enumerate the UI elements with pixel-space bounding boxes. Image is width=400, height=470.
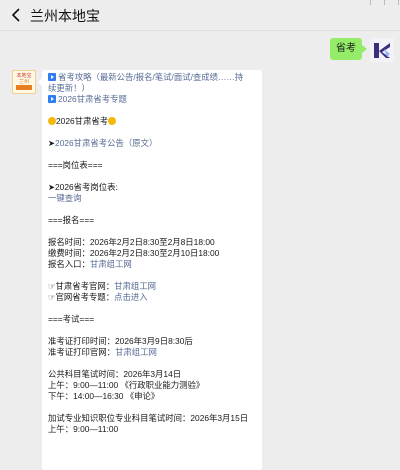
top-bar: 兰州本地宝 bbox=[0, 0, 400, 31]
public-exam-time: 公共科目笔试时间：2026年3月14日 bbox=[48, 369, 182, 379]
section-positions: ===岗位表=== bbox=[48, 160, 103, 170]
afternoon-exam: 下午：14:00—16:30 《申论》 bbox=[48, 391, 160, 401]
message-bubble: 省考攻略（最新公告/报名/笔试/面试/查成绩……持 续更新！） 2026甘肃省考… bbox=[38, 70, 262, 470]
link-one-click-query[interactable]: 一键查询 bbox=[48, 193, 256, 204]
section-registration: ===报名=== bbox=[48, 215, 95, 225]
my-avatar[interactable] bbox=[370, 38, 394, 62]
link-exam-guide-cont[interactable]: 续更新！） bbox=[48, 83, 256, 94]
more-icon[interactable] bbox=[366, 0, 400, 6]
morning-exam: 上午：9:00—11:00 《行政职业能力测验》 bbox=[48, 380, 205, 390]
admit-card-site-row: 准考证打印官网：甘肃组工网 bbox=[48, 347, 256, 358]
avatar-bar bbox=[16, 85, 32, 90]
specialty-morning: 上午：9:00—11:00 bbox=[48, 424, 119, 434]
arrow-icon: ➤ bbox=[48, 138, 56, 148]
official-site-row: ☞甘肃省考官网：甘肃组工网 bbox=[48, 281, 256, 292]
announcement-row: ➤2026甘肃省考公告（原文） bbox=[48, 138, 256, 149]
official-topic-label: ☞官网省考专题： bbox=[48, 292, 115, 302]
my-message-bubble[interactable]: 省考 bbox=[330, 38, 367, 60]
specialty-exam-time: 加试专业知识职位专业科目笔试时间：2026年3月15日 bbox=[48, 413, 249, 423]
link-official-site[interactable]: 甘肃组工网 bbox=[114, 281, 156, 291]
registration-entry-row: 报名入口：甘肃组工网 bbox=[48, 259, 256, 270]
admit-card-site-label: 准考证打印官网： bbox=[48, 347, 115, 357]
link-text: 2026甘肃省考专题 bbox=[58, 94, 127, 104]
link-registration-entry[interactable]: 甘肃组工网 bbox=[90, 259, 132, 269]
link-text: 省考攻略（最新公告/报名/笔试/面试/查成绩……持 bbox=[58, 72, 244, 82]
chat-title: 兰州本地宝 bbox=[30, 8, 100, 24]
section-exam: ===考试=== bbox=[48, 314, 95, 324]
positions-label: ➤2026省考岗位表: bbox=[48, 182, 118, 192]
admit-card-time: 准考证打印时间：2026年3月9日8:30后 bbox=[48, 336, 193, 346]
link-announcement[interactable]: 2026甘肃省考公告（原文） bbox=[55, 138, 157, 148]
back-arrow-icon[interactable] bbox=[10, 6, 24, 24]
play-icon bbox=[48, 95, 56, 103]
heading-text: 2026甘肃省考 bbox=[56, 116, 109, 126]
entry-label: 报名入口： bbox=[48, 259, 90, 269]
section-heading: 2026甘肃省考 bbox=[48, 116, 256, 127]
official-account-avatar[interactable]: 本地宝 兰州 bbox=[12, 70, 36, 94]
link-text: 续更新！） bbox=[48, 83, 90, 93]
play-icon bbox=[48, 73, 56, 81]
payment-time: 缴费时间：2026年2月2日8:30至2月10日18:00 bbox=[48, 248, 220, 258]
link-exam-guide[interactable]: 省考攻略（最新公告/报名/笔试/面试/查成绩……持 bbox=[48, 72, 256, 83]
sun-icon bbox=[48, 117, 56, 125]
avatar-image-icon bbox=[370, 38, 394, 62]
link-click-enter[interactable]: 点击进入 bbox=[114, 292, 148, 302]
registration-time: 报名时间：2026年2月2日8:30至2月8日18:00 bbox=[48, 237, 215, 247]
official-topic-row: ☞官网省考专题：点击进入 bbox=[48, 292, 256, 303]
sun-icon bbox=[108, 117, 117, 125]
link-admit-card-site[interactable]: 甘肃组工网 bbox=[115, 347, 157, 357]
official-site-label: ☞甘肃省考官网： bbox=[48, 281, 115, 291]
link-special-topic[interactable]: 2026甘肃省考专题 bbox=[48, 94, 256, 105]
